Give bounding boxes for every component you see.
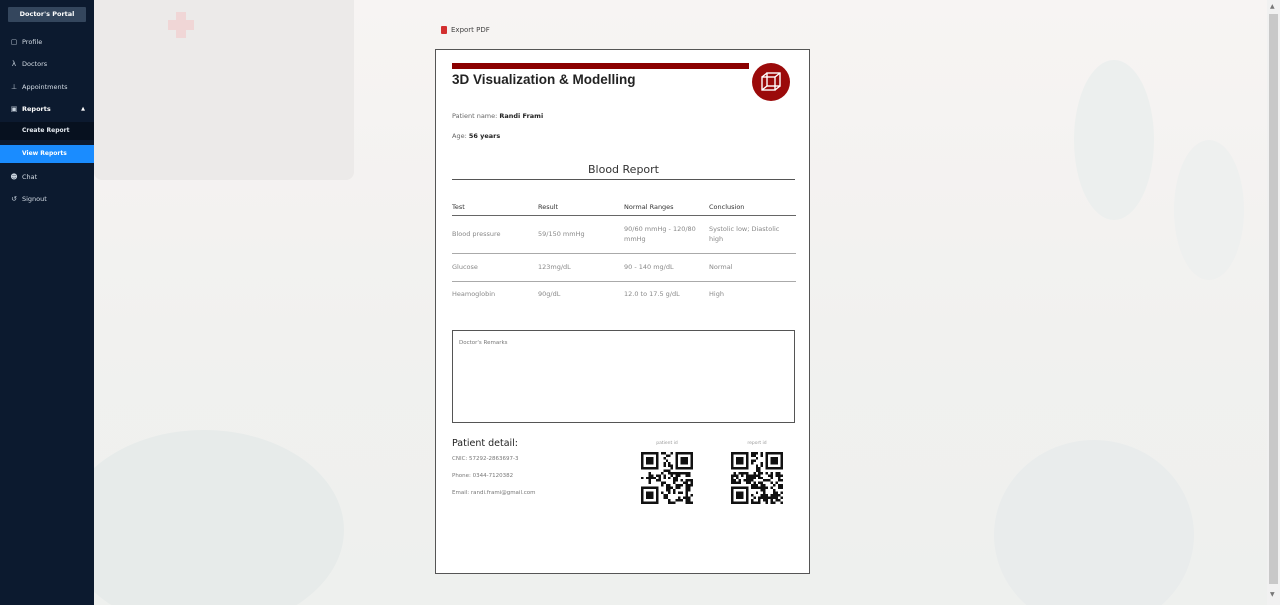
table-header-row: Test Result Normal Ranges Conclusion [452,200,796,216]
column-header: Conclusion [709,200,796,216]
patient-cnic: CNIC: 57292-2863697-3 [452,456,519,462]
sidebar-item-profile[interactable]: ▢ Profile [0,33,94,50]
patient-qr-code-icon [641,452,693,504]
table-cell: 59/150 mmHg [538,215,624,254]
sidebar-subitem-view-reports[interactable]: View Reports [0,145,94,163]
patient-name-line: Patient name: Randi Frami [452,112,543,120]
sidebar: Doctor's Portal ▢ Profile λ Doctors ⊥ Ap… [0,0,94,605]
sidebar-item-label: Signout [22,194,47,203]
chevron-up-icon: ▲ [81,105,85,112]
bush-shape [994,440,1194,605]
export-pdf-button[interactable]: Export PDF [441,26,490,34]
column-header: Result [538,200,624,216]
tree-shape [1074,60,1154,220]
results-table: Test Result Normal Ranges Conclusion Blo… [452,200,796,307]
sidebar-item-label: Reports [22,104,51,113]
table-cell: 12.0 to 17.5 g/dL [624,290,680,299]
column-header: Normal Ranges [624,200,709,216]
report-title: 3D Visualization & Modelling [452,72,636,87]
patient-email: Email: randi.frami@gmail.com [452,490,536,496]
sidebar-item-label: Appointments [22,82,68,91]
patient-age: 56 years [468,132,501,140]
pdf-icon [441,26,447,34]
doctor-icon: λ [11,59,17,68]
table-cell: 90/60 mmHg - 120/80 mmHg [624,215,709,254]
sidebar-item-doctors[interactable]: λ Doctors [0,55,94,72]
table-cell: 123mg/dL [538,253,624,282]
column-header: Test [452,200,538,216]
scrollbar[interactable]: ▲ ▼ [1267,0,1280,605]
brand-badge[interactable]: Doctor's Portal [8,7,86,22]
cross-icon [168,20,194,30]
header-bar [452,63,749,69]
age-label: Age: [452,132,469,140]
table-cell: 90 - 140 mg/dL [624,253,709,282]
patient-qr-label: patient id [656,441,678,446]
appointment-icon: ⊥ [10,82,18,91]
patient-name-label: Patient name: [452,112,500,120]
user-icon: ▢ [10,37,18,46]
patient-name: Randi Frami [499,112,544,120]
signout-icon: ↺ [11,194,17,203]
scroll-down-icon[interactable]: ▼ [1270,591,1275,598]
hospital-building [94,0,354,180]
cube-logo-icon [752,63,790,101]
section-divider [452,179,795,180]
report-qr-label: report id [747,441,767,446]
sidebar-item-appointments[interactable]: ⊥ Appointments [0,78,94,95]
sidebar-subitem-create-report[interactable]: Create Report [0,122,94,140]
sidebar-item-signout[interactable]: ↺ Signout [0,190,94,207]
table-cell: Blood pressure [452,215,538,254]
table-cell: Normal [709,253,796,282]
doctor-remarks-box[interactable]: Doctor's Remarks [452,330,795,423]
scroll-up-icon[interactable]: ▲ [1270,3,1275,10]
sidebar-item-label: Profile [22,37,43,46]
table-cell: Systolic low; Diastolic high [709,215,796,254]
sidebar-item-chat[interactable]: ☻ Chat [0,168,94,185]
chat-icon: ☻ [10,172,18,181]
table-cell: High [709,290,724,299]
bush-shape [94,430,344,605]
sidebar-item-label: Chat [22,172,38,181]
tree-shape [1174,140,1244,280]
table-cell: Glucose [452,253,538,282]
patient-age-line: Age: 56 years [452,132,500,140]
patient-phone: Phone: 0344-7120382 [452,473,514,479]
report-qr-code-icon [731,452,783,504]
table-row: Glucose 123mg/dL 90 - 140 mg/dL Normal [452,253,796,282]
report-icon: ▣ [10,104,18,113]
table-cell: 90g/dL [538,290,561,299]
table-row: Heamoglobin 90g/dL 12.0 to 17.5 g/dL Hig… [452,281,796,307]
export-pdf-label: Export PDF [451,26,490,34]
table-row: Blood pressure 59/150 mmHg 90/60 mmHg - … [452,215,796,254]
remarks-label: Doctor's Remarks [459,340,508,346]
sidebar-item-label: Doctors [22,59,48,68]
report-sheet: 3D Visualization & Modelling Patient nam… [435,49,810,574]
table-cell: Heamoglobin [452,290,496,299]
sidebar-item-reports[interactable]: ▣ Reports ▲ [0,100,94,117]
scrollbar-thumb[interactable] [1269,14,1278,584]
patient-detail-title: Patient detail: [452,438,518,449]
section-title: Blood Report [587,163,659,176]
